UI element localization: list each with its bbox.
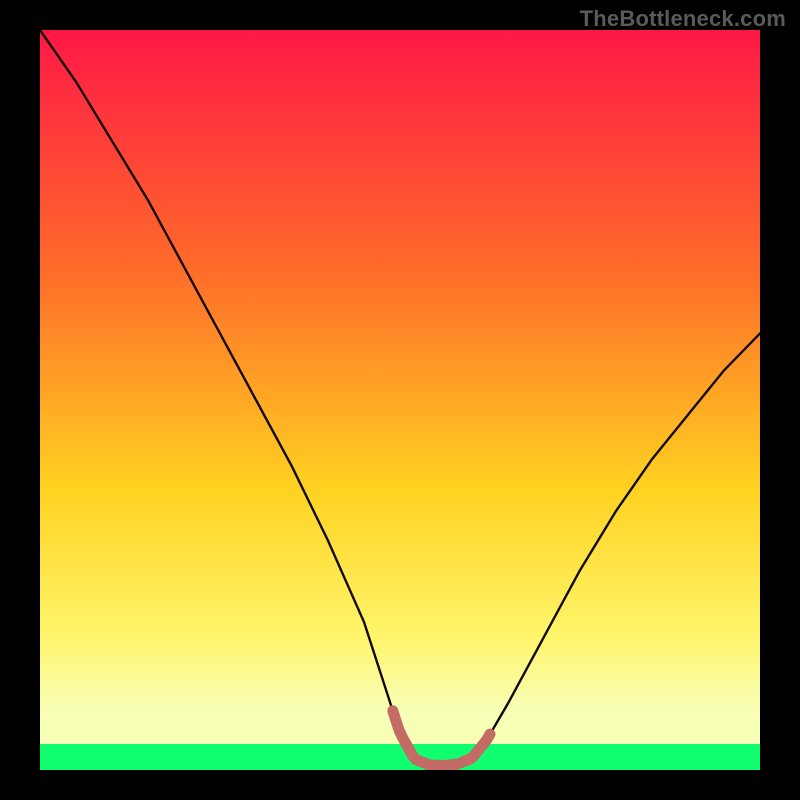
plot-area [40, 30, 760, 770]
gradient-background [40, 30, 760, 770]
watermark-text: TheBottleneck.com [580, 6, 786, 32]
chart-svg [40, 30, 760, 770]
chart-frame: TheBottleneck.com [0, 0, 800, 800]
